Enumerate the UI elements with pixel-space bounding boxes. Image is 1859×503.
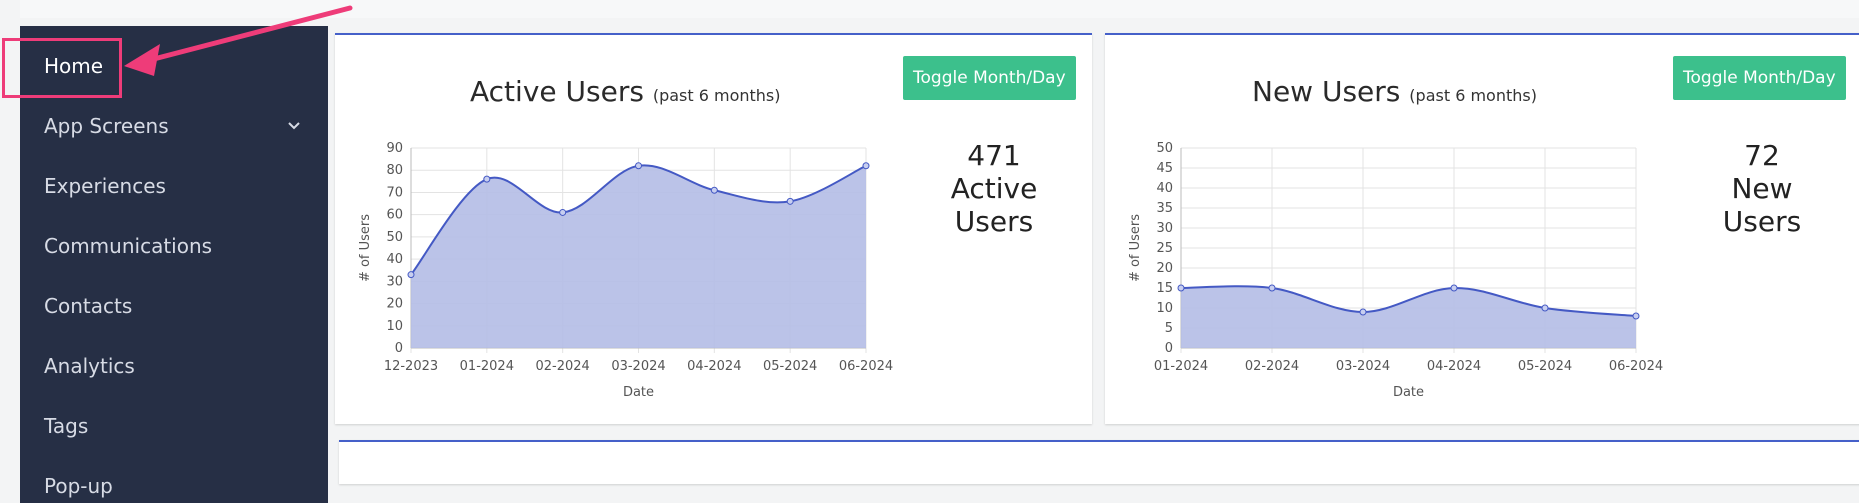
y-tick-label: 45 (1156, 161, 1173, 176)
y-axis-label: # of Users (358, 214, 373, 282)
y-tick-label: 40 (1156, 181, 1173, 196)
sidebar-item-label: Tags (44, 414, 89, 438)
y-tick-label: 10 (1156, 301, 1173, 316)
x-tick-label: 02-2024 (1245, 359, 1299, 374)
annotation-arrow-icon (124, 5, 353, 76)
data-point (1450, 284, 1458, 292)
sidebar-item-pop-up[interactable]: Pop-up (44, 474, 304, 498)
y-tick-label: 90 (386, 141, 403, 156)
chevron-down-icon (288, 122, 300, 130)
x-tick-label: 12-2023 (384, 359, 438, 374)
stat-label: Users (954, 205, 1034, 238)
data-point (559, 208, 567, 216)
bottom-card (339, 440, 1859, 484)
data-point (635, 162, 642, 170)
y-tick-label: 20 (1156, 261, 1173, 276)
sidebar-item-communications[interactable]: Communications (44, 234, 304, 258)
data-point (1632, 312, 1640, 320)
stat-label: Users (1722, 205, 1802, 238)
y-tick-label: 50 (386, 230, 403, 245)
data-point (407, 271, 415, 279)
stat-label: New (1731, 172, 1793, 205)
sidebar-item-app-screens[interactable]: App Screens (44, 114, 304, 138)
data-point (1359, 308, 1367, 316)
toggle-month-day-button[interactable]: Toggle Month/Day (1673, 56, 1846, 100)
active-users-chart: 0 10 20 30 40 50 60 70 80 90 12-2023 01-2024 02-2024… (358, 141, 893, 400)
data-point (1541, 304, 1549, 312)
card-title-text: Active Users (470, 75, 644, 108)
x-tick-label: 06-2024 (839, 359, 893, 374)
stat-value: 471 (967, 139, 1021, 172)
card-subtitle: (past 6 months) (1409, 86, 1537, 105)
y-tick-label: 20 (386, 297, 403, 312)
x-tick-label: 06-2024 (1609, 359, 1663, 374)
data-point (862, 162, 870, 170)
sidebar-item-tags[interactable]: Tags (44, 414, 304, 438)
y-tick-label: 60 (386, 208, 403, 223)
new-users-stat: 72 New Users (1697, 139, 1827, 238)
x-tick-label: 01-2024 (1154, 359, 1208, 374)
sidebar-item-analytics[interactable]: Analytics (44, 354, 304, 378)
x-axis-label: Date (623, 385, 654, 400)
y-tick-label: 5 (1165, 321, 1173, 336)
sidebar-item-label: Pop-up (44, 474, 113, 498)
y-tick-label: 50 (1156, 141, 1173, 156)
sidebar-item-contacts[interactable]: Contacts (44, 294, 304, 318)
x-tick-label: 04-2024 (687, 359, 741, 374)
series-area (1181, 286, 1636, 348)
y-tick-label: 0 (395, 341, 403, 356)
y-tick-label: 80 (386, 163, 403, 178)
y-tick-label: 10 (386, 319, 403, 334)
sidebar-item-label: Contacts (44, 294, 133, 318)
active-users-stat: 471 Active Users (929, 139, 1059, 238)
card-subtitle: (past 6 months) (652, 86, 781, 105)
x-tick-label: 01-2024 (460, 359, 514, 374)
sidebar-item-label: Communications (44, 234, 213, 258)
y-tick-label: 30 (386, 274, 403, 289)
y-tick-label: 30 (1156, 221, 1173, 236)
y-tick-label: 40 (386, 252, 403, 267)
data-point (710, 186, 718, 194)
stat-value: 72 (1744, 139, 1780, 172)
sidebar-item-label: App Screens (44, 114, 169, 138)
x-tick-label: 05-2024 (763, 359, 817, 374)
sidebar-item-label: Analytics (44, 354, 135, 378)
card-title: Active Users (past 6 months) (470, 75, 781, 108)
data-point (786, 197, 794, 205)
x-tick-label: 04-2024 (1427, 359, 1481, 374)
x-tick-label: 02-2024 (536, 359, 590, 374)
y-tick-label: 25 (1156, 241, 1173, 256)
toggle-month-day-button[interactable]: Toggle Month/Day (903, 56, 1076, 100)
y-tick-label: 15 (1156, 281, 1173, 296)
card-title-text: New Users (1252, 75, 1401, 108)
y-tick-label: 0 (1165, 341, 1173, 356)
y-tick-label: 70 (386, 185, 403, 200)
y-axis-label: # of Users (1128, 214, 1143, 282)
x-tick-label: 03-2024 (1336, 359, 1390, 374)
data-point (1268, 284, 1276, 292)
card-title: New Users (past 6 months) (1252, 75, 1537, 108)
stat-label: Active (950, 172, 1038, 205)
sidebar-item-label: Experiences (44, 174, 166, 198)
x-tick-label: 05-2024 (1518, 359, 1572, 374)
data-point (483, 175, 491, 183)
y-tick-label: 35 (1156, 201, 1173, 216)
sidebar-item-experiences[interactable]: Experiences (44, 174, 304, 198)
new-users-chart: 0 5 10 15 20 25 30 35 40 45 50 01-2024 02-2024 03-202… (1128, 141, 1663, 400)
data-point (1177, 284, 1185, 292)
x-tick-label: 03-2024 (611, 359, 665, 374)
x-axis-label: Date (1393, 385, 1424, 400)
